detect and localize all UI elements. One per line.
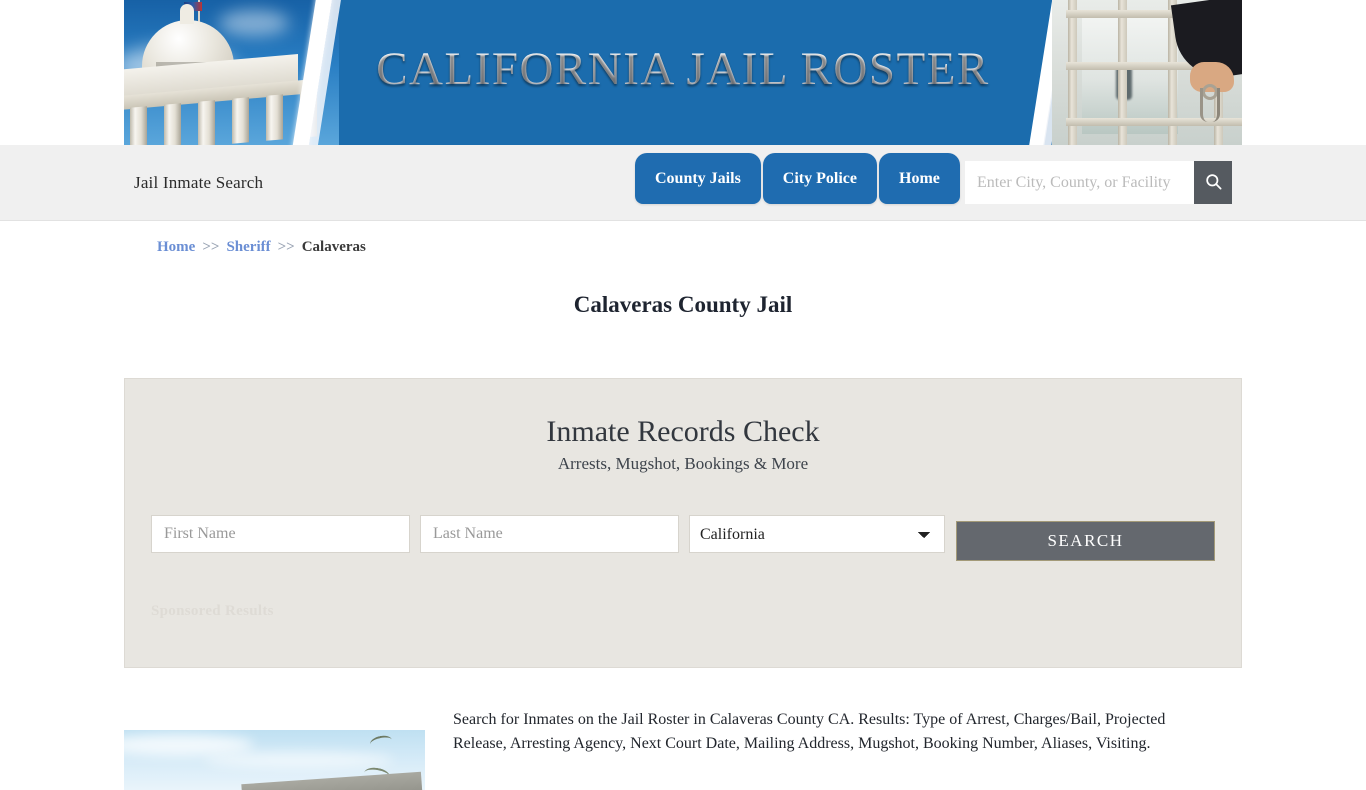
banner-title: CALIFORNIA JAIL ROSTER	[124, 42, 1242, 96]
content-description: Search for Inmates on the Jail Roster in…	[453, 711, 1166, 752]
header-search-input[interactable]	[965, 161, 1194, 204]
nav-tab-home[interactable]: Home	[879, 153, 960, 204]
search-icon	[1204, 172, 1223, 194]
palm-frond-shape	[368, 733, 394, 751]
header-search-group	[965, 161, 1232, 204]
site-header: CALIFORNIA JAIL ROSTER	[0, 0, 1366, 145]
breadcrumb-link-home[interactable]: Home	[157, 239, 195, 256]
nav-tab-list: County Jails City Police Home	[635, 145, 962, 221]
nav-tab-county-jails[interactable]: County Jails	[635, 153, 761, 204]
page-title: Calaveras County Jail	[573, 292, 793, 317]
header-search-button[interactable]	[1194, 161, 1232, 204]
sponsored-results-label: Sponsored Results	[151, 603, 274, 619]
state-select[interactable]: California	[689, 515, 945, 553]
jail-thumbnail-image[interactable]	[124, 730, 425, 790]
first-name-input[interactable]	[151, 515, 410, 553]
breadcrumb-link-sheriff[interactable]: Sheriff	[226, 239, 270, 256]
inmate-records-card: Inmate Records Check Arrests, Mugshot, B…	[124, 378, 1242, 668]
breadcrumb: Home >> Sheriff >> Calaveras	[157, 239, 366, 256]
site-brand[interactable]: Jail Inmate Search	[134, 173, 263, 193]
header-banner: CALIFORNIA JAIL ROSTER	[124, 0, 1242, 145]
breadcrumb-separator: >>	[202, 239, 220, 255]
breadcrumb-separator: >>	[277, 239, 295, 255]
building-roof-shape	[241, 771, 423, 790]
breadcrumb-current: Calaveras	[301, 239, 366, 255]
card-title: Inmate Records Check	[546, 415, 820, 448]
search-submit-button[interactable]: SEARCH	[956, 521, 1215, 561]
last-name-input[interactable]	[420, 515, 679, 553]
cloud-shape	[219, 10, 289, 36]
cloud-shape	[204, 752, 394, 768]
nav-tab-city-police[interactable]: City Police	[762, 153, 877, 204]
content-section: Search for Inmates on the Jail Roster in…	[124, 708, 1242, 790]
cloud-shape	[124, 734, 254, 756]
inmate-search-form: California SEARCH	[151, 515, 1217, 561]
card-subtitle: Arrests, Mugshot, Bookings & More	[557, 454, 809, 473]
